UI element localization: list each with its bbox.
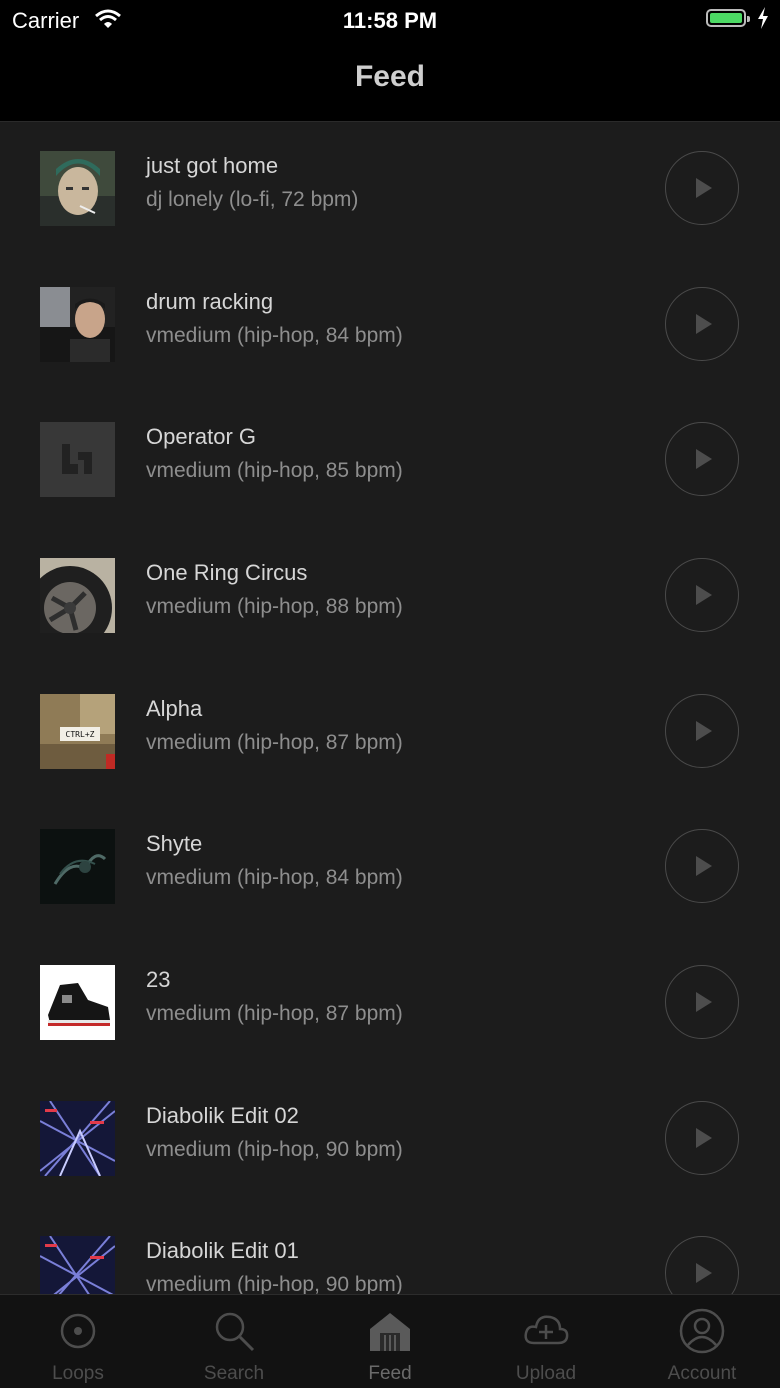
track-title: One Ring Circus xyxy=(146,560,308,585)
track-title: 23 xyxy=(146,967,171,992)
feed-item[interactable]: One Ring Circus vmedium (hip-hop, 88 bpm… xyxy=(0,529,780,664)
feed-item[interactable]: Diabolik Edit 02 vmedium (hip-hop, 90 bp… xyxy=(0,1072,780,1207)
navigation-bar: Feed xyxy=(0,40,780,122)
track-meta: dj lonely (lo-fi, 72 bpm) xyxy=(146,188,359,211)
feed-item[interactable]: 23 vmedium (hip-hop, 87 bpm) xyxy=(0,936,780,1071)
track-artwork xyxy=(40,558,115,633)
artwork-label: CTRL+Z xyxy=(66,730,95,739)
track-artwork xyxy=(40,151,115,226)
track-title: Diabolik Edit 02 xyxy=(146,1103,299,1128)
tab-label: Loops xyxy=(52,1363,104,1384)
track-meta: vmedium (hip-hop, 88 bpm) xyxy=(146,595,403,618)
tab-label: Feed xyxy=(368,1363,412,1384)
track-artwork xyxy=(40,1101,115,1176)
track-title: just got home xyxy=(146,153,279,178)
track-meta: vmedium (hip-hop, 84 bpm) xyxy=(146,324,403,347)
account-icon xyxy=(679,1308,725,1354)
play-button[interactable] xyxy=(665,694,739,768)
page-title: Feed xyxy=(354,60,426,93)
play-button[interactable] xyxy=(665,1101,739,1175)
track-meta: vmedium (hip-hop, 85 bpm) xyxy=(146,459,403,482)
track-title: Shyte xyxy=(146,831,203,856)
battery-icon xyxy=(706,9,750,27)
play-icon xyxy=(696,1263,712,1283)
feed-item[interactable]: Operator G vmedium (hip-hop, 85 bpm) xyxy=(0,393,780,528)
track-meta: vmedium (hip-hop, 90 bpm) xyxy=(146,1138,403,1161)
feed-item[interactable]: Shyte vmedium (hip-hop, 84 bpm) xyxy=(0,800,780,935)
loops-icon xyxy=(60,1313,96,1349)
track-title: Operator G xyxy=(146,424,257,449)
track-artwork xyxy=(40,287,115,362)
status-bar: Carrier 11:58 PM xyxy=(0,0,780,40)
play-button[interactable] xyxy=(665,151,739,225)
tab-account[interactable]: Account xyxy=(624,1295,780,1388)
play-button[interactable] xyxy=(665,829,739,903)
tab-upload[interactable]: Upload xyxy=(468,1295,624,1388)
feed-item[interactable]: drum racking vmedium (hip-hop, 84 bpm) xyxy=(0,258,780,393)
play-button[interactable] xyxy=(665,558,739,632)
track-meta: vmedium (hip-hop, 87 bpm) xyxy=(146,731,403,754)
track-artwork xyxy=(40,829,115,904)
tab-search[interactable]: Search xyxy=(156,1295,312,1388)
play-icon xyxy=(696,585,712,605)
play-button[interactable] xyxy=(665,1236,739,1294)
search-icon xyxy=(215,1312,255,1352)
track-meta: vmedium (hip-hop, 84 bpm) xyxy=(146,866,403,889)
track-artwork xyxy=(40,965,115,1040)
feed-list[interactable]: just got home dj lonely (lo-fi, 72 bpm) … xyxy=(0,122,780,1294)
play-icon xyxy=(696,992,712,1012)
feed-item[interactable]: Diabolik Edit 01 vmedium (hip-hop, 90 bp… xyxy=(0,1207,780,1294)
play-icon xyxy=(696,1128,712,1148)
play-button[interactable] xyxy=(665,422,739,496)
upload-icon xyxy=(524,1315,569,1345)
feed-icon xyxy=(370,1313,410,1351)
play-button[interactable] xyxy=(665,965,739,1039)
clock: 11:58 PM xyxy=(342,8,438,33)
tab-label: Search xyxy=(203,1363,265,1384)
play-icon xyxy=(696,449,712,469)
play-button[interactable] xyxy=(665,287,739,361)
play-icon xyxy=(696,856,712,876)
track-artwork: CTRL+Z xyxy=(40,694,115,769)
track-title: drum racking xyxy=(146,289,274,314)
track-title: Alpha xyxy=(146,696,203,721)
play-icon xyxy=(696,721,712,741)
charging-icon xyxy=(758,7,768,29)
play-icon xyxy=(696,314,712,334)
track-meta: vmedium (hip-hop, 90 bpm) xyxy=(146,1273,403,1294)
feed-item[interactable]: CTRL+Z Alpha vmedium (hip-hop, 87 bpm) xyxy=(0,665,780,800)
track-artwork xyxy=(40,1236,115,1294)
feed-item[interactable]: just got home dj lonely (lo-fi, 72 bpm) xyxy=(0,122,780,257)
track-artwork xyxy=(40,422,115,497)
track-meta: vmedium (hip-hop, 87 bpm) xyxy=(146,1002,403,1025)
tab-label: Account xyxy=(667,1363,737,1384)
tab-loops[interactable]: Loops xyxy=(0,1295,156,1388)
play-icon xyxy=(696,178,712,198)
track-title: Diabolik Edit 01 xyxy=(146,1238,299,1263)
tab-label: Upload xyxy=(515,1363,577,1384)
tab-feed[interactable]: Feed xyxy=(312,1295,468,1388)
tab-bar: Loops Search Feed Upload Account xyxy=(0,1294,780,1388)
